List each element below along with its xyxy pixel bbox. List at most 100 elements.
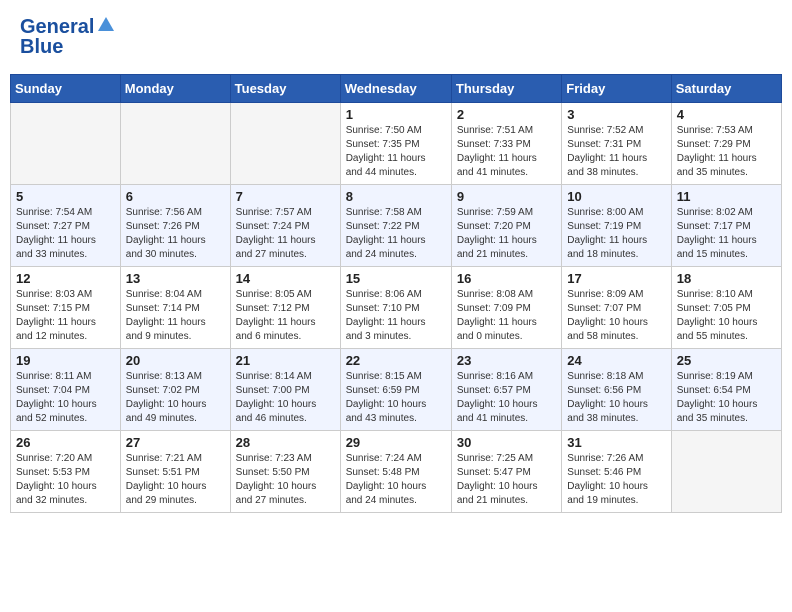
day-number: 8 bbox=[346, 189, 446, 204]
weekday-wednesday: Wednesday bbox=[340, 75, 451, 103]
calendar-cell: 4 Sunrise: 7:53 AMSunset: 7:29 PMDaylight… bbox=[671, 103, 781, 185]
day-info: Sunrise: 7:51 AMSunset: 7:33 PMDaylight:… bbox=[457, 124, 556, 180]
day-info: Sunrise: 8:10 AMSunset: 7:05 PMDaylight:… bbox=[677, 288, 776, 344]
weekday-header-row: SundayMondayTuesdayWednesdayThursdayFrid… bbox=[11, 75, 782, 103]
logo-icon bbox=[97, 15, 115, 33]
day-info: Sunrise: 7:52 AMSunset: 7:31 PMDaylight:… bbox=[567, 124, 665, 180]
day-number: 25 bbox=[677, 353, 776, 368]
calendar-cell: 5 Sunrise: 7:54 AMSunset: 7:27 PMDaylight… bbox=[11, 185, 121, 267]
day-number: 4 bbox=[677, 107, 776, 122]
day-number: 12 bbox=[16, 271, 115, 286]
day-number: 22 bbox=[346, 353, 446, 368]
day-info: Sunrise: 7:23 AMSunset: 5:50 PMDaylight:… bbox=[236, 452, 335, 508]
calendar-week-1: 1 Sunrise: 7:50 AMSunset: 7:35 PMDaylight… bbox=[11, 103, 782, 185]
weekday-thursday: Thursday bbox=[451, 75, 561, 103]
day-number: 6 bbox=[126, 189, 225, 204]
calendar-cell: 28Sunrise: 7:23 AMSunset: 5:50 PMDayligh… bbox=[230, 431, 340, 513]
day-info: Sunrise: 7:24 AMSunset: 5:48 PMDaylight:… bbox=[346, 452, 446, 508]
day-number: 16 bbox=[457, 271, 556, 286]
calendar-cell: 18 Sunrise: 8:10 AMSunset: 7:05 PMDayligh… bbox=[671, 267, 781, 349]
calendar-cell: 1 Sunrise: 7:50 AMSunset: 7:35 PMDaylight… bbox=[340, 103, 451, 185]
logo: General Blue bbox=[20, 15, 115, 59]
calendar-cell: 30Sunrise: 7:25 AMSunset: 5:47 PMDayligh… bbox=[451, 431, 561, 513]
calendar-cell: 2 Sunrise: 7:51 AMSunset: 7:33 PMDaylight… bbox=[451, 103, 561, 185]
calendar-cell: 10Sunrise: 8:00 AMSunset: 7:19 PMDayligh… bbox=[562, 185, 671, 267]
calendar-cell: 27Sunrise: 7:21 AMSunset: 5:51 PMDayligh… bbox=[120, 431, 230, 513]
calendar-cell: 7 Sunrise: 7:57 AMSunset: 7:24 PMDaylight… bbox=[230, 185, 340, 267]
day-info: Sunrise: 8:02 AMSunset: 7:17 PMDaylight:… bbox=[677, 206, 776, 262]
day-number: 19 bbox=[16, 353, 115, 368]
day-number: 29 bbox=[346, 435, 446, 450]
day-info: Sunrise: 8:08 AMSunset: 7:09 PMDaylight:… bbox=[457, 288, 556, 344]
calendar-cell: 11Sunrise: 8:02 AMSunset: 7:17 PMDayligh… bbox=[671, 185, 781, 267]
day-number: 7 bbox=[236, 189, 335, 204]
day-info: Sunrise: 7:57 AMSunset: 7:24 PMDaylight:… bbox=[236, 206, 335, 262]
day-info: Sunrise: 7:26 AMSunset: 5:46 PMDaylight:… bbox=[567, 452, 665, 508]
calendar-cell: 23 Sunrise: 8:16 AMSunset: 6:57 PMDayligh… bbox=[451, 349, 561, 431]
calendar-cell: 31 Sunrise: 7:26 AMSunset: 5:46 PMDayligh… bbox=[562, 431, 671, 513]
day-info: Sunrise: 7:58 AMSunset: 7:22 PMDaylight:… bbox=[346, 206, 446, 262]
calendar-week-5: 26 Sunrise: 7:20 AMSunset: 5:53 PMDayligh… bbox=[11, 431, 782, 513]
day-info: Sunrise: 8:15 AMSunset: 6:59 PMDaylight:… bbox=[346, 370, 446, 426]
calendar-cell: 21 Sunrise: 8:14 AMSunset: 7:00 PMDayligh… bbox=[230, 349, 340, 431]
day-info: Sunrise: 8:06 AMSunset: 7:10 PMDaylight:… bbox=[346, 288, 446, 344]
day-number: 14 bbox=[236, 271, 335, 286]
calendar-cell: 3 Sunrise: 7:52 AMSunset: 7:31 PMDaylight… bbox=[562, 103, 671, 185]
calendar-cell: 6 Sunrise: 7:56 AMSunset: 7:26 PMDaylight… bbox=[120, 185, 230, 267]
day-info: Sunrise: 7:25 AMSunset: 5:47 PMDaylight:… bbox=[457, 452, 556, 508]
day-info: Sunrise: 8:00 AMSunset: 7:19 PMDaylight:… bbox=[567, 206, 665, 262]
weekday-saturday: Saturday bbox=[671, 75, 781, 103]
calendar-cell: 9 Sunrise: 7:59 AMSunset: 7:20 PMDaylight… bbox=[451, 185, 561, 267]
calendar-cell: 22 Sunrise: 8:15 AMSunset: 6:59 PMDayligh… bbox=[340, 349, 451, 431]
day-number: 5 bbox=[16, 189, 115, 204]
weekday-tuesday: Tuesday bbox=[230, 75, 340, 103]
calendar-cell bbox=[120, 103, 230, 185]
day-number: 2 bbox=[457, 107, 556, 122]
day-number: 21 bbox=[236, 353, 335, 368]
calendar-cell: 25 Sunrise: 8:19 AMSunset: 6:54 PMDayligh… bbox=[671, 349, 781, 431]
weekday-friday: Friday bbox=[562, 75, 671, 103]
day-info: Sunrise: 8:11 AMSunset: 7:04 PMDaylight:… bbox=[16, 370, 115, 426]
day-number: 23 bbox=[457, 353, 556, 368]
page-header: General Blue bbox=[10, 10, 782, 64]
calendar-cell: 26 Sunrise: 7:20 AMSunset: 5:53 PMDayligh… bbox=[11, 431, 121, 513]
day-number: 26 bbox=[16, 435, 115, 450]
day-number: 27 bbox=[126, 435, 225, 450]
calendar-cell: 29 Sunrise: 7:24 AMSunset: 5:48 PMDayligh… bbox=[340, 431, 451, 513]
day-info: Sunrise: 7:20 AMSunset: 5:53 PMDaylight:… bbox=[16, 452, 115, 508]
calendar-cell: 12 Sunrise: 8:03 AMSunset: 7:15 PMDayligh… bbox=[11, 267, 121, 349]
calendar-cell: 13 Sunrise: 8:04 AMSunset: 7:14 PMDayligh… bbox=[120, 267, 230, 349]
day-number: 17 bbox=[567, 271, 665, 286]
day-number: 15 bbox=[346, 271, 446, 286]
day-number: 3 bbox=[567, 107, 665, 122]
day-info: Sunrise: 7:56 AMSunset: 7:26 PMDaylight:… bbox=[126, 206, 225, 262]
calendar-cell bbox=[11, 103, 121, 185]
calendar-cell: 17 Sunrise: 8:09 AMSunset: 7:07 PMDayligh… bbox=[562, 267, 671, 349]
day-number: 31 bbox=[567, 435, 665, 450]
day-info: Sunrise: 8:19 AMSunset: 6:54 PMDaylight:… bbox=[677, 370, 776, 426]
calendar-cell: 15 Sunrise: 8:06 AMSunset: 7:10 PMDayligh… bbox=[340, 267, 451, 349]
day-info: Sunrise: 7:59 AMSunset: 7:20 PMDaylight:… bbox=[457, 206, 556, 262]
day-info: Sunrise: 8:04 AMSunset: 7:14 PMDaylight:… bbox=[126, 288, 225, 344]
calendar-cell: 19 Sunrise: 8:11 AMSunset: 7:04 PMDayligh… bbox=[11, 349, 121, 431]
day-number: 13 bbox=[126, 271, 225, 286]
day-info: Sunrise: 8:03 AMSunset: 7:15 PMDaylight:… bbox=[16, 288, 115, 344]
day-info: Sunrise: 8:14 AMSunset: 7:00 PMDaylight:… bbox=[236, 370, 335, 426]
day-info: Sunrise: 8:05 AMSunset: 7:12 PMDaylight:… bbox=[236, 288, 335, 344]
calendar-week-3: 12 Sunrise: 8:03 AMSunset: 7:15 PMDayligh… bbox=[11, 267, 782, 349]
calendar-cell: 24Sunrise: 8:18 AMSunset: 6:56 PMDayligh… bbox=[562, 349, 671, 431]
day-info: Sunrise: 7:54 AMSunset: 7:27 PMDaylight:… bbox=[16, 206, 115, 262]
day-info: Sunrise: 7:53 AMSunset: 7:29 PMDaylight:… bbox=[677, 124, 776, 180]
calendar-cell bbox=[671, 431, 781, 513]
day-info: Sunrise: 8:09 AMSunset: 7:07 PMDaylight:… bbox=[567, 288, 665, 344]
weekday-sunday: Sunday bbox=[11, 75, 121, 103]
day-number: 24 bbox=[567, 353, 665, 368]
day-number: 9 bbox=[457, 189, 556, 204]
calendar-table: SundayMondayTuesdayWednesdayThursdayFrid… bbox=[10, 74, 782, 513]
day-number: 1 bbox=[346, 107, 446, 122]
day-info: Sunrise: 8:16 AMSunset: 6:57 PMDaylight:… bbox=[457, 370, 556, 426]
weekday-monday: Monday bbox=[120, 75, 230, 103]
day-info: Sunrise: 8:13 AMSunset: 7:02 PMDaylight:… bbox=[126, 370, 225, 426]
day-info: Sunrise: 7:50 AMSunset: 7:35 PMDaylight:… bbox=[346, 124, 446, 180]
day-number: 18 bbox=[677, 271, 776, 286]
